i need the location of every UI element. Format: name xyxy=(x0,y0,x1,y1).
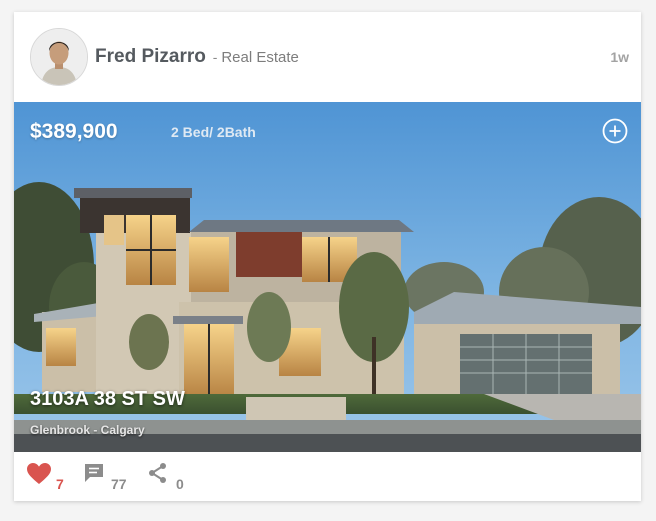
listing-photo[interactable]: $389,900 2 Bed/ 2Bath 3103A 38 ST SW Gle… xyxy=(14,102,641,452)
author-role: Real Estate xyxy=(221,49,299,66)
share-count: 0 xyxy=(176,476,184,492)
post-time: 1w xyxy=(610,49,629,65)
plus-circle-icon xyxy=(602,118,628,144)
author-name[interactable]: Fred Pizarro xyxy=(95,46,206,67)
post-actions: 7 77 0 xyxy=(14,452,641,501)
listing-price: $389,900 xyxy=(30,120,118,143)
heart-icon xyxy=(27,463,51,484)
comment-button[interactable]: 77 xyxy=(83,460,143,494)
listing-bed-bath: 2 Bed/ 2Bath xyxy=(171,124,256,140)
listing-address: 3103A 38 ST SW xyxy=(30,388,185,410)
comment-count: 77 xyxy=(111,476,127,492)
share-icon xyxy=(149,463,166,483)
avatar-portrait xyxy=(31,29,87,85)
listing-location: Glenbrook - Calgary xyxy=(30,423,145,437)
author-separator: - xyxy=(208,49,222,65)
share-button[interactable]: 0 xyxy=(147,460,197,494)
post-header: Fred Pizarro - Real Estate 1w xyxy=(14,12,641,102)
chat-bubble-icon xyxy=(85,464,103,482)
like-button[interactable]: 7 xyxy=(26,460,78,494)
author-line: Fred Pizarro - Real Estate xyxy=(95,46,299,68)
post-card: Fred Pizarro - Real Estate 1w $389,900 2… xyxy=(14,12,641,501)
like-count: 7 xyxy=(56,476,64,492)
avatar[interactable] xyxy=(30,28,88,86)
add-listing-button[interactable] xyxy=(602,118,628,144)
